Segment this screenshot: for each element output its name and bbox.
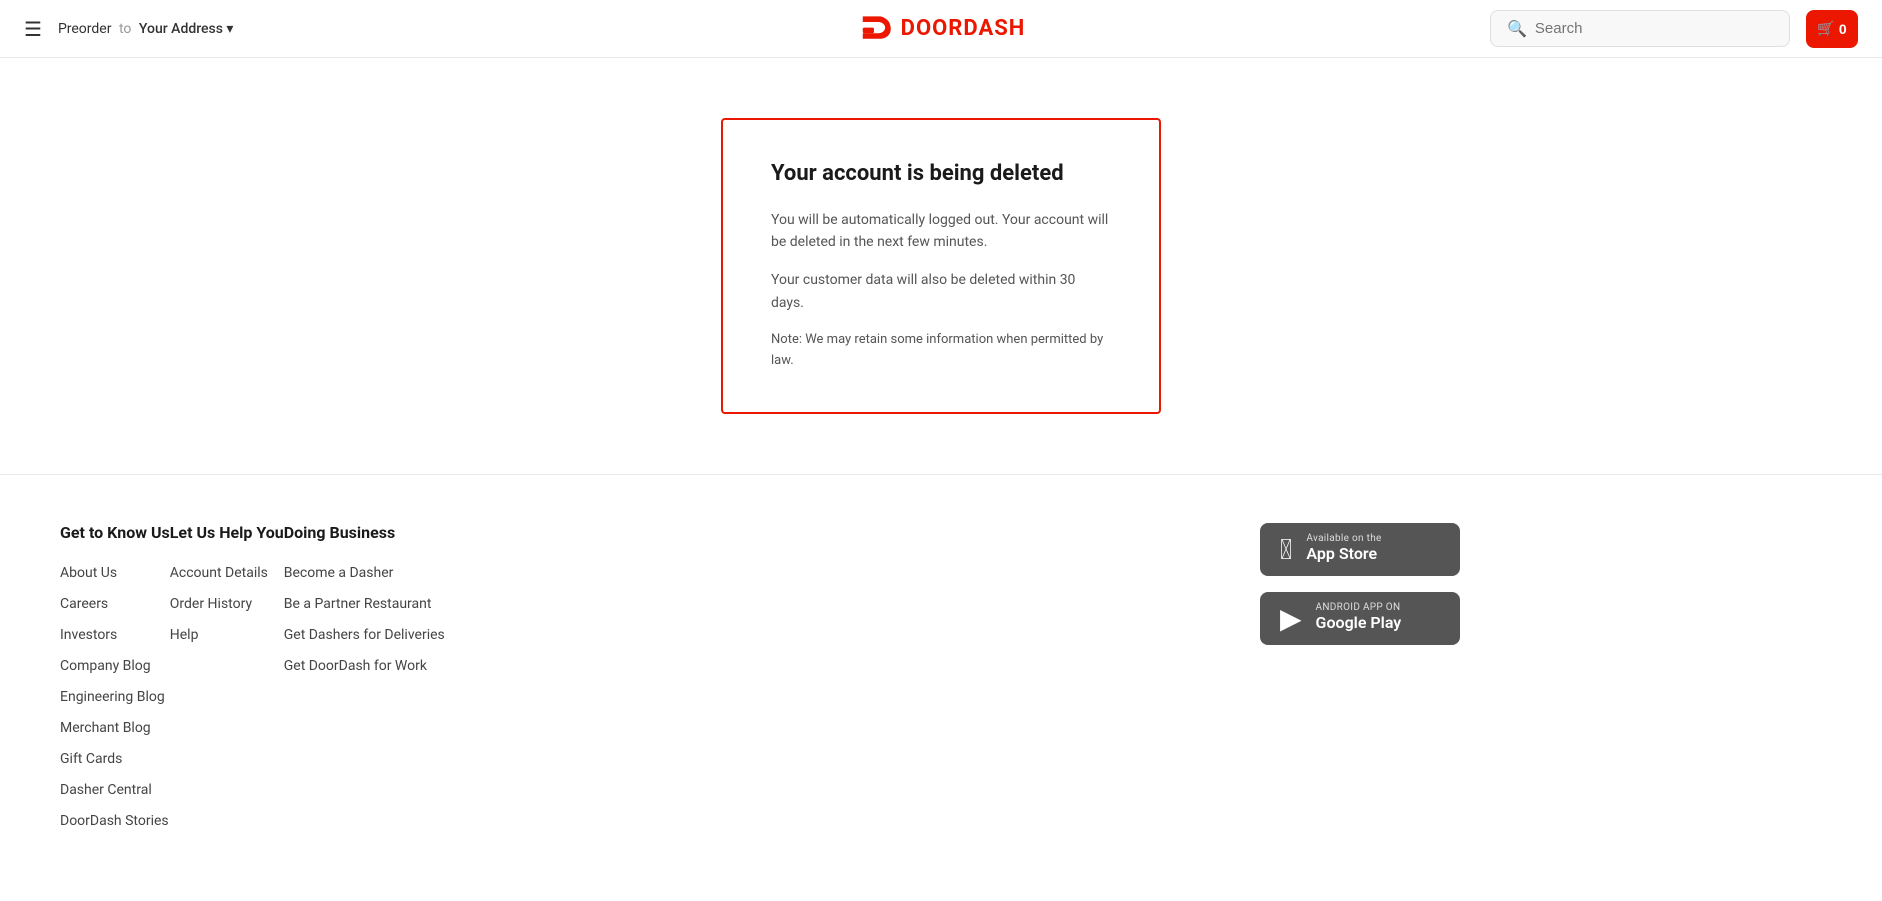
app-store-big-text: App Store xyxy=(1306,544,1381,565)
footer-col-help: Let Us Help You Account Details Order Hi… xyxy=(170,523,284,841)
list-item: Help xyxy=(170,624,284,643)
list-item: Careers xyxy=(60,593,170,612)
delete-card-paragraph1: You will be automatically logged out. Yo… xyxy=(771,209,1111,254)
google-play-button[interactable]: ▶ ANDROID APP ON Google Play xyxy=(1260,592,1460,645)
google-play-icon: ▶ xyxy=(1280,602,1302,635)
list-item: Be a Partner Restaurant xyxy=(284,593,445,612)
preorder-address[interactable]: Your Address ▾ xyxy=(139,21,234,37)
footer-link-engineering-blog[interactable]: Engineering Blog xyxy=(60,689,165,705)
footer-link-dashers-deliveries[interactable]: Get Dashers for Deliveries xyxy=(284,627,445,643)
footer-link-about[interactable]: About Us xyxy=(60,565,117,581)
list-item: DoorDash Stories xyxy=(60,810,170,829)
footer-inner: Get to Know Us About Us Careers Investor… xyxy=(60,523,1460,841)
search-input[interactable] xyxy=(1535,20,1773,37)
delete-card-paragraph2: Your customer data will also be deleted … xyxy=(771,269,1111,314)
footer-link-investors[interactable]: Investors xyxy=(60,627,117,643)
list-item: Get DoorDash for Work xyxy=(284,655,445,674)
header: ☰ Preorder to Your Address ▾ DOORDASH 🔍 … xyxy=(0,0,1882,58)
footer-col-know-us: Get to Know Us About Us Careers Investor… xyxy=(60,523,170,841)
app-store-small-text: Available on the xyxy=(1306,533,1381,544)
search-icon: 🔍 xyxy=(1507,19,1527,38)
footer-link-company-blog[interactable]: Company Blog xyxy=(60,658,151,674)
footer-col3-list: Become a Dasher Be a Partner Restaurant … xyxy=(284,562,445,674)
footer-link-doordash-stories[interactable]: DoorDash Stories xyxy=(60,813,169,829)
footer-col2-list: Account Details Order History Help xyxy=(170,562,284,643)
list-item: Account Details xyxy=(170,562,284,581)
cart-count: 0 xyxy=(1839,21,1847,37)
google-play-big-text: Google Play xyxy=(1316,613,1402,634)
footer-link-partner-restaurant[interactable]: Be a Partner Restaurant xyxy=(284,596,432,612)
delete-card-title: Your account is being deleted xyxy=(771,160,1111,189)
footer-link-order-history[interactable]: Order History xyxy=(170,596,252,612)
header-center: DOORDASH xyxy=(857,15,1026,43)
delete-card-note: Note: We may retain some information whe… xyxy=(771,330,1111,372)
footer-link-account-details[interactable]: Account Details xyxy=(170,565,268,581)
cart-button[interactable]: 🛒 0 xyxy=(1806,10,1858,48)
google-play-small-text: ANDROID APP ON xyxy=(1316,602,1402,613)
footer-col-business: Doing Business Become a Dasher Be a Part… xyxy=(284,523,445,841)
preorder-prefix: Preorder xyxy=(58,21,112,37)
app-store-button[interactable]:  Available on the App Store xyxy=(1260,523,1460,576)
footer-col3-heading: Doing Business xyxy=(284,523,445,542)
footer-link-doordash-work[interactable]: Get DoorDash for Work xyxy=(284,658,427,674)
footer-link-help[interactable]: Help xyxy=(170,627,199,643)
list-item: Get Dashers for Deliveries xyxy=(284,624,445,643)
doordash-logo-icon xyxy=(857,15,893,43)
preorder-label: Preorder to Your Address ▾ xyxy=(58,21,234,37)
cart-icon: 🛒 xyxy=(1817,20,1834,37)
main-content: Your account is being deleted You will b… xyxy=(0,58,1882,474)
footer-spacer xyxy=(445,523,1260,841)
footer-col1-heading: Get to Know Us xyxy=(60,523,170,542)
list-item: Company Blog xyxy=(60,655,170,674)
hamburger-icon[interactable]: ☰ xyxy=(24,17,42,41)
list-item: Investors xyxy=(60,624,170,643)
header-left: ☰ Preorder to Your Address ▾ xyxy=(24,17,233,41)
preorder-to: to xyxy=(119,21,131,37)
list-item: About Us xyxy=(60,562,170,581)
app-store-text: Available on the App Store xyxy=(1306,533,1381,565)
list-item: Order History xyxy=(170,593,284,612)
doordash-logo-text: DOORDASH xyxy=(901,16,1026,41)
footer-link-dasher-central[interactable]: Dasher Central xyxy=(60,782,152,798)
list-item: Become a Dasher xyxy=(284,562,445,581)
list-item: Merchant Blog xyxy=(60,717,170,736)
search-box[interactable]: 🔍 xyxy=(1490,10,1790,47)
footer-link-merchant-blog[interactable]: Merchant Blog xyxy=(60,720,151,736)
header-right: 🔍 🛒 0 xyxy=(1490,10,1858,48)
footer-col1-list: About Us Careers Investors Company Blog … xyxy=(60,562,170,829)
google-play-text: ANDROID APP ON Google Play xyxy=(1316,602,1402,634)
footer-link-careers[interactable]: Careers xyxy=(60,596,108,612)
list-item: Gift Cards xyxy=(60,748,170,767)
logo[interactable]: DOORDASH xyxy=(857,15,1026,43)
list-item: Engineering Blog xyxy=(60,686,170,705)
footer: Get to Know Us About Us Careers Investor… xyxy=(0,474,1882,901)
footer-link-gift-cards[interactable]: Gift Cards xyxy=(60,751,122,767)
list-item: Dasher Central xyxy=(60,779,170,798)
footer-apps:  Available on the App Store ▶ ANDROID A… xyxy=(1260,523,1460,841)
footer-col2-heading: Let Us Help You xyxy=(170,523,284,542)
footer-link-become-dasher[interactable]: Become a Dasher xyxy=(284,565,394,581)
delete-account-card: Your account is being deleted You will b… xyxy=(721,118,1161,414)
apple-icon:  xyxy=(1280,533,1292,566)
